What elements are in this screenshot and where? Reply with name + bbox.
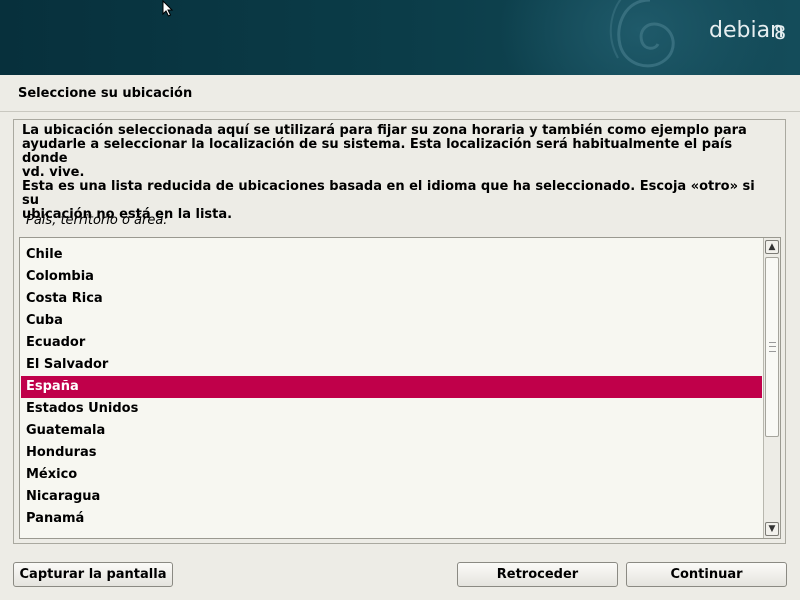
list-item-costa-rica[interactable]: Costa Rica bbox=[21, 288, 762, 310]
debian-version: 8 bbox=[774, 22, 787, 44]
list-item-nicaragua[interactable]: Nicaragua bbox=[21, 486, 762, 508]
location-list[interactable]: Chile Colombia Costa Rica Cuba Ecuador E… bbox=[19, 237, 781, 539]
list-scrollbar[interactable]: ▲ ▼ bbox=[763, 238, 780, 538]
debian-wordmark: debian bbox=[709, 18, 785, 43]
list-item-colombia[interactable]: Colombia bbox=[21, 266, 762, 288]
list-label: País, territorio o área: bbox=[26, 213, 168, 228]
back-button[interactable]: Retroceder bbox=[457, 562, 618, 587]
page-title: Seleccione su ubicación bbox=[18, 86, 193, 101]
list-item-estados-unidos[interactable]: Estados Unidos bbox=[21, 398, 762, 420]
scrollbar-thumb[interactable] bbox=[765, 257, 779, 437]
debian-banner: debian 8 bbox=[0, 0, 800, 75]
list-item-el-salvador[interactable]: El Salvador bbox=[21, 354, 762, 376]
arrow-down-icon[interactable]: ▼ bbox=[765, 522, 779, 536]
list-item-cuba[interactable]: Cuba bbox=[21, 310, 762, 332]
grip-icon bbox=[769, 342, 776, 352]
list-item-panama[interactable]: Panamá bbox=[21, 508, 762, 530]
list-item-mexico[interactable]: México bbox=[21, 464, 762, 486]
list-item-espana-selected[interactable]: España bbox=[21, 376, 762, 398]
list-item-ecuador[interactable]: Ecuador bbox=[21, 332, 762, 354]
list-item-honduras[interactable]: Honduras bbox=[21, 442, 762, 464]
arrow-up-icon[interactable]: ▲ bbox=[765, 240, 779, 254]
list-item-guatemala[interactable]: Guatemala bbox=[21, 420, 762, 442]
list-item-chile[interactable]: Chile bbox=[21, 244, 762, 266]
description-paragraph-1: La ubicación seleccionada aquí se utiliz… bbox=[22, 123, 747, 180]
screenshot-button[interactable]: Capturar la pantalla bbox=[13, 562, 173, 587]
mouse-pointer-icon bbox=[162, 0, 174, 17]
title-separator bbox=[0, 111, 800, 112]
continue-button[interactable]: Continuar bbox=[626, 562, 787, 587]
debian-swirl-logo bbox=[609, 0, 675, 68]
